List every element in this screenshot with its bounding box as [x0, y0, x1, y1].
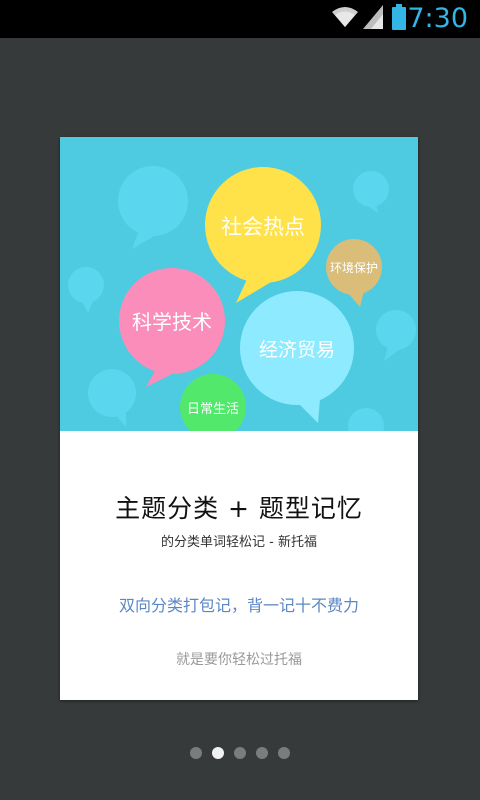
wifi-icon — [331, 4, 359, 32]
headline: 主题分类 + 题型记忆 — [115, 494, 363, 523]
page-dot-active[interactable] — [212, 747, 224, 759]
subline: 的分类单词轻松记 - 新托福 — [161, 535, 317, 550]
topic-bubbles-illustration: 社会热点 环境保护 科学技术 经济贸易 日常生活 — [60, 137, 418, 431]
bubble-label-science-tech: 科学技术 — [132, 310, 212, 334]
tagline: 双向分类打包记，背一记十不费力 — [118, 596, 359, 615]
page-indicator — [0, 745, 480, 761]
bubble-label-environment: 环境保护 — [330, 260, 378, 275]
bubble-environment: 环境保护 — [326, 239, 382, 307]
footer-note: 就是要你轻松过托福 — [176, 652, 302, 668]
page-dot[interactable] — [278, 747, 290, 759]
page-dot[interactable] — [256, 747, 268, 759]
page-dot[interactable] — [234, 747, 246, 759]
battery-icon — [391, 3, 407, 35]
bubble-social-hot-topics: 社会热点 — [205, 167, 321, 303]
bubble-science-tech: 科学技术 — [119, 268, 225, 387]
status-time: 7:30 — [407, 3, 468, 34]
bubble-label-daily-life: 日常生活 — [187, 402, 239, 417]
bubble-label-economy-trade: 经济贸易 — [259, 339, 335, 361]
bubble-daily-life: 日常生活 — [180, 374, 246, 431]
signal-icon — [362, 4, 384, 34]
onboarding-card: 社会热点 环境保护 科学技术 经济贸易 日常生活 主题分类 + 题型记忆 的分类… — [60, 137, 418, 700]
status-bar: 7:30 — [0, 0, 480, 38]
page-dot[interactable] — [190, 747, 202, 759]
bubble-label-social-hot-topics: 社会热点 — [221, 215, 305, 239]
bubble-economy-trade: 经济贸易 — [240, 291, 354, 423]
